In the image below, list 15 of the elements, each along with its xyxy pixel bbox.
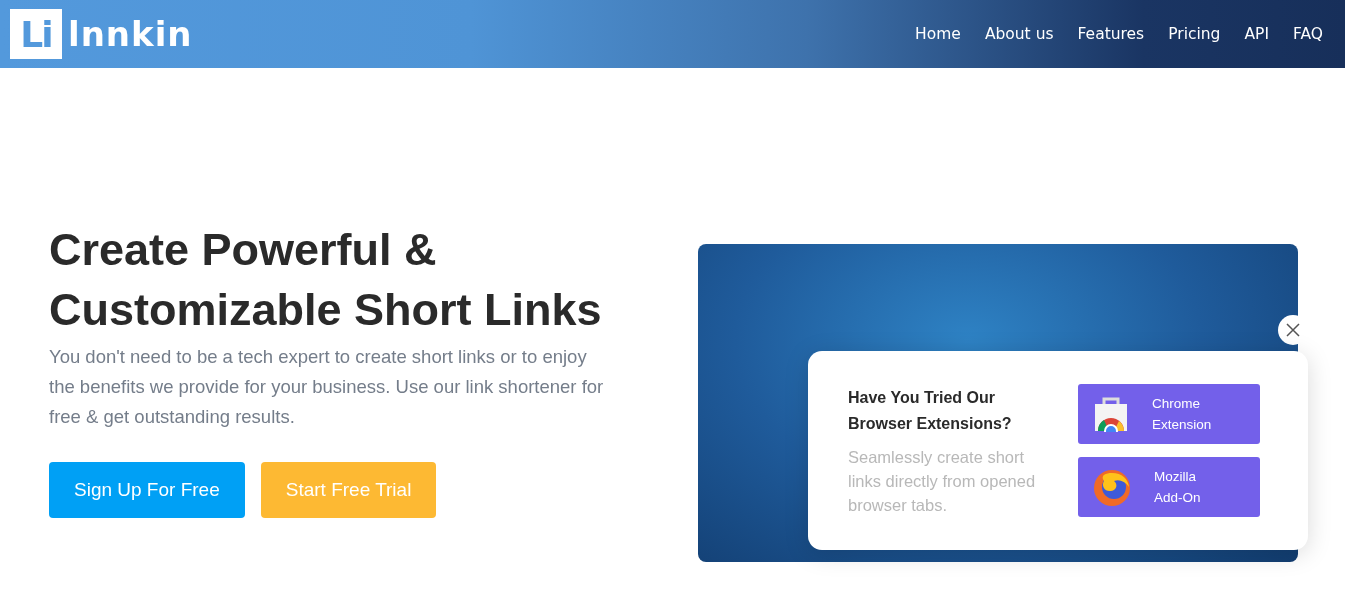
extension-button[interactable]: Chrome Extension [1078, 384, 1260, 444]
nav-link[interactable]: FAQ [1292, 25, 1323, 43]
nav-link[interactable]: About us [984, 25, 1054, 43]
nav-link[interactable]: Home [915, 25, 961, 43]
nav-link[interactable]: API [1244, 25, 1269, 43]
fox-globe-icon [1092, 467, 1132, 507]
extension-button[interactable]: Mozilla Add-On [1078, 457, 1260, 517]
close-icon [1286, 323, 1300, 337]
shopping-bag-icon [1092, 396, 1130, 432]
hero-text: You don't need to be a tech expert to create short links or to enjoy the benefits we provide for your business. Use our link shortener for free & get outstanding results. [49, 345, 605, 429]
popup-text: Seamlessly create short links directly from opened browser tabs. [848, 446, 1037, 516]
hero-title: Create Powerful & Customizable Short Links [49, 223, 603, 337]
nav-link[interactable]: Pricing [1168, 25, 1221, 43]
nav-link[interactable]: Features [1077, 25, 1145, 43]
popup-title: Have You Tried Our Browser Extensions? [848, 387, 1013, 434]
